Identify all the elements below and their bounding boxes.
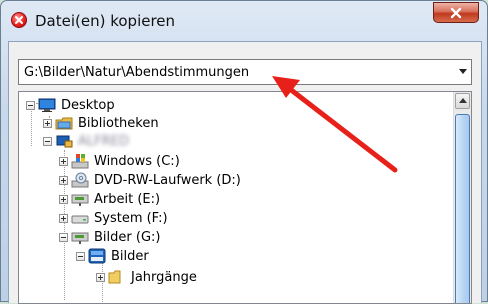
tree-node-jahrgaenge[interactable]: Jahrgänge	[96, 268, 197, 286]
vertical-scrollbar[interactable]	[453, 92, 471, 303]
collapse-toggle[interactable]	[59, 232, 68, 242]
tree-node-user[interactable]: ALFRED	[43, 132, 129, 150]
tree-node-label: ALFRED	[78, 133, 129, 149]
tree-node-label: DVD-RW-Laufwerk (D:)	[94, 172, 241, 188]
path-value: G:\Bilder\Natur\Abendstimmungen	[24, 65, 250, 80]
expand-toggle[interactable]	[59, 175, 68, 185]
collapse-toggle[interactable]	[43, 136, 52, 146]
path-combobox[interactable]: G:\Bilder\Natur\Abendstimmungen	[18, 59, 472, 85]
scroll-thumb[interactable]	[455, 114, 470, 303]
tree-node-label: Desktop	[61, 97, 115, 113]
copy-cancel-icon	[11, 12, 27, 28]
close-icon	[450, 7, 462, 18]
window-title: Datei(en) kopieren	[35, 12, 176, 30]
dialog-client-area: G:\Bilder\Natur\Abendstimmungen Desktop	[8, 41, 482, 304]
tree-node-windows-c[interactable]: Windows (C:)	[59, 152, 180, 170]
copy-files-dialog: Datei(en) kopieren G:\Bilder\Natur\Abend…	[0, 0, 488, 304]
tree-node-system-f[interactable]: System (F:)	[59, 209, 168, 227]
expand-toggle[interactable]	[59, 213, 68, 223]
expand-toggle[interactable]	[43, 118, 52, 128]
expand-toggle[interactable]	[96, 272, 105, 282]
tree-node-label: Bibliotheken	[78, 115, 159, 131]
expand-toggle[interactable]	[59, 156, 68, 166]
tree-node-label: Arbeit (E:)	[94, 191, 161, 207]
tree-node-bilder-g[interactable]: Bilder (G:)	[59, 228, 160, 246]
folder-tree[interactable]: Desktop Bibliotheken ALFRED Windows (C:)…	[18, 91, 472, 304]
tree-node-label: Windows (C:)	[94, 153, 180, 169]
tree-node-desktop[interactable]: Desktop	[26, 96, 115, 114]
tree-node-label: Bilder	[111, 248, 149, 264]
folder-icon	[108, 269, 126, 285]
desktop-icon	[38, 97, 56, 113]
tree-node-label: Jahrgänge	[131, 269, 197, 285]
tree-node-arbeit-e[interactable]: Arbeit (E:)	[59, 190, 160, 208]
tree-node-bilder[interactable]: Bilder	[76, 247, 149, 265]
hard-drive-icon	[71, 210, 89, 226]
close-button[interactable]	[433, 2, 479, 23]
scroll-up-button[interactable]	[455, 93, 470, 109]
user-icon	[55, 133, 73, 149]
tree-node-label: System (F:)	[94, 210, 168, 226]
windows-drive-icon	[71, 153, 89, 169]
folder-pictures-icon	[88, 248, 106, 264]
network-drive-icon	[71, 191, 89, 207]
network-drive-icon	[71, 229, 89, 245]
libraries-icon	[55, 115, 73, 131]
dvd-drive-icon	[71, 172, 89, 188]
tree-node-dvd-d[interactable]: DVD-RW-Laufwerk (D:)	[59, 171, 241, 189]
collapse-toggle[interactable]	[26, 100, 35, 110]
tree-node-label: Bilder (G:)	[94, 229, 161, 245]
collapse-toggle[interactable]	[76, 251, 85, 261]
expand-toggle[interactable]	[59, 194, 68, 204]
chevron-down-icon[interactable]	[459, 69, 467, 74]
tree-node-bibliotheken[interactable]: Bibliotheken	[43, 114, 159, 132]
title-bar[interactable]: Datei(en) kopieren	[1, 1, 487, 41]
